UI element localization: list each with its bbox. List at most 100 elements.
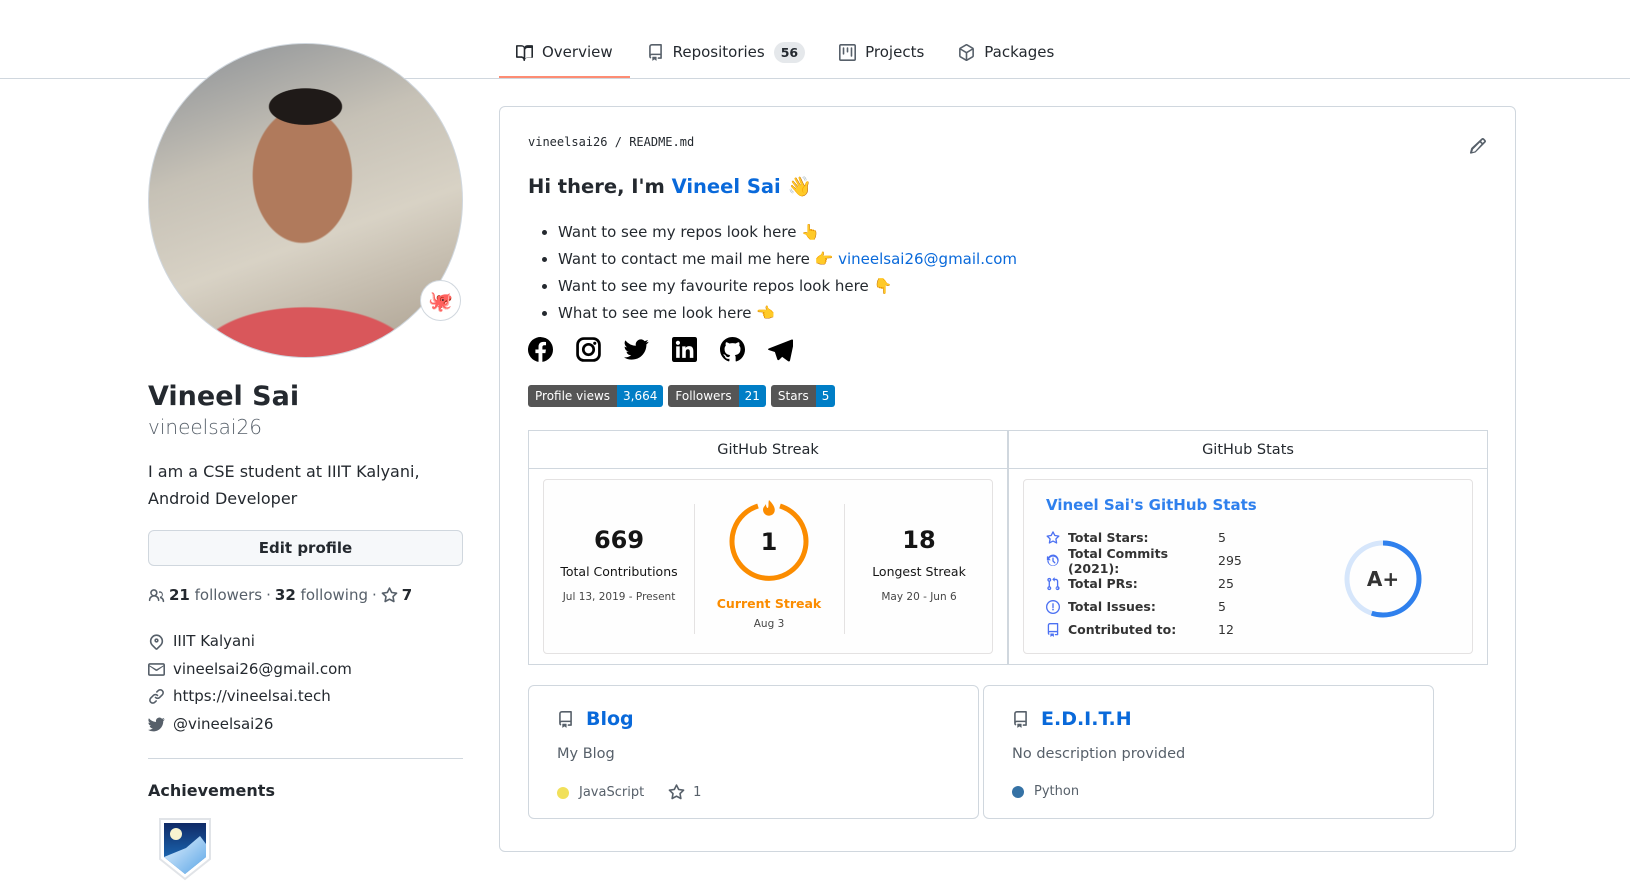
tab-packages-label: Packages (984, 43, 1055, 61)
repo-description: My Blog (557, 746, 615, 762)
social-links (528, 337, 793, 362)
stat-row: Total Issues: 5 (1046, 595, 1242, 618)
list-item: Want to contact me mail me here 👉 vineel… (558, 246, 1017, 273)
stats-header: GitHub Stats (1009, 431, 1487, 469)
telegram-icon[interactable] (768, 337, 793, 362)
contact-email-link[interactable]: vineelsai26@gmail.com (838, 250, 1017, 268)
pull-request-icon (1047, 576, 1060, 590)
total-contributions: 669 Total Contributions Jul 13, 2019 - P… (560, 526, 678, 603)
fire-icon (763, 500, 775, 516)
stats-column: GitHub Stats Vineel Sai's GitHub Stats T… (1007, 431, 1487, 664)
bio-line: Android Developer (148, 489, 298, 508)
streak-card[interactable]: 669 Total Contributions Jul 13, 2019 - P… (543, 479, 993, 654)
streak-header: GitHub Streak (529, 431, 1007, 469)
profile-sidebar: 🐙 Vineel Sai vineelsai26 I am a CSE stud… (148, 43, 463, 881)
profile-name: Vineel Sai (148, 381, 300, 412)
rank-circle: A+ (1342, 538, 1424, 624)
readme-shields: Profile views 3,664 Followers 21 Stars 5 (528, 385, 836, 407)
instagram-icon[interactable] (576, 337, 601, 362)
tab-overview[interactable]: Overview (499, 32, 630, 78)
separator-dot: · (266, 586, 271, 604)
readme-breadcrumb: vineelsai26 / README.md (528, 135, 695, 149)
history-icon (1046, 554, 1059, 566)
location-icon (149, 634, 164, 651)
point-up-icon: 👆 (801, 223, 820, 241)
followers-shield[interactable]: Followers 21 (668, 385, 766, 407)
tab-repositories-label: Repositories (672, 43, 765, 61)
repo-icon (1014, 710, 1027, 728)
profile-details: IIIT Kalyani vineelsai26@gmail.com https… (148, 628, 463, 738)
list-item: What to see me look here 👈 (558, 300, 1017, 327)
stats-rows: Total Stars: 5 Total Commits (2021): 295 T… (1046, 526, 1242, 641)
email-item: vineelsai26@gmail.com (148, 656, 463, 684)
current-streak: 1 Current Streak Aug 3 (694, 480, 844, 655)
avatar[interactable] (148, 43, 463, 358)
pencil-icon (1469, 138, 1486, 154)
status-emoji-button[interactable]: 🐙 (420, 280, 461, 321)
repo-stars[interactable]: 1 (668, 784, 701, 801)
issue-icon (1046, 599, 1060, 614)
stars-shield[interactable]: Stars 5 (770, 385, 836, 407)
edit-profile-button[interactable]: Edit profile (148, 530, 463, 566)
stat-row: Total Commits (2021): 295 (1046, 546, 1242, 576)
streak-column: GitHub Streak 669 Total Contributions Ju… (529, 431, 1007, 664)
followers-link[interactable]: 21 followers (169, 586, 262, 604)
wave-icon: 👋 (787, 175, 812, 198)
book-icon (516, 44, 533, 61)
twitter-icon (148, 717, 165, 732)
star-icon (1046, 530, 1060, 544)
twitter-icon[interactable] (624, 337, 649, 362)
link-icon (149, 689, 164, 705)
repo-meta: JavaScript 1 (557, 784, 701, 801)
edit-readme-button[interactable] (1469, 137, 1487, 159)
profile-bio: I am a CSE student at IIIT Kalyani, Andr… (148, 458, 463, 512)
language-color-dot (1012, 785, 1024, 798)
following-link[interactable]: 32 following (275, 586, 368, 604)
website-item: https://vineelsai.tech (148, 683, 463, 711)
point-down-icon: 👇 (873, 277, 893, 295)
facebook-icon[interactable] (528, 337, 553, 362)
pinned-repo-card: E.D.I.T.H No description provided Python (983, 685, 1434, 819)
star-icon (668, 784, 685, 800)
stat-row: Contributed to: 12 (1046, 618, 1242, 641)
stats-card[interactable]: Vineel Sai's GitHub Stats Total Stars: 5 … (1023, 479, 1473, 654)
people-icon (148, 588, 165, 602)
tab-projects-label: Projects (865, 43, 925, 61)
repo-name-link[interactable]: Blog (557, 708, 634, 730)
tab-overview-label: Overview (542, 43, 613, 61)
mail-icon (148, 662, 165, 676)
email-link[interactable]: vineelsai26@gmail.com (173, 656, 352, 684)
github-icon[interactable] (720, 337, 745, 362)
repo-name-link[interactable]: E.D.I.T.H (1012, 708, 1132, 730)
tab-projects[interactable]: Projects (822, 32, 941, 72)
twitter-link[interactable]: @vineelsai26 (173, 711, 273, 739)
greeting-name-link[interactable]: Vineel Sai (672, 175, 781, 198)
repo-description: No description provided (1012, 746, 1186, 762)
repo-icon (648, 43, 662, 61)
readme-filename: README.md (629, 135, 695, 149)
stats-table: GitHub Streak 669 Total Contributions Ju… (528, 430, 1488, 665)
stats-card-title: Vineel Sai's GitHub Stats (1046, 496, 1257, 514)
linkedin-icon[interactable] (672, 337, 697, 362)
separator-dot: · (371, 586, 377, 604)
stars-link[interactable]: 7 (381, 586, 412, 604)
longest-streak: 18 Longest Streak May 20 - Jun 6 (872, 526, 966, 603)
tab-packages[interactable]: Packages (941, 32, 1071, 72)
repo-meta: Python (1012, 784, 1079, 799)
profile-views-shield[interactable]: Profile views 3,664 (528, 385, 664, 407)
website-link[interactable]: https://vineelsai.tech (173, 683, 331, 711)
readme-owner-link[interactable]: vineelsai26 (528, 135, 607, 149)
readme-greeting: Hi there, I'm Vineel Sai 👋 (528, 175, 812, 198)
repo-language: JavaScript (579, 785, 645, 800)
repo-icon (559, 710, 572, 728)
tab-repositories[interactable]: Repositories 56 (630, 32, 823, 72)
sidebar-divider (148, 758, 463, 759)
rank-grade: A+ (1367, 567, 1399, 591)
twitter-item: @vineelsai26 (148, 711, 463, 739)
readme-bullet-list: Want to see my repos look here 👆 Want to… (558, 219, 1017, 327)
arctic-code-vault-badge[interactable] (156, 816, 463, 881)
list-item: Want to see my favourite repos look here… (558, 273, 1017, 300)
bio-line: I am a CSE student at IIIT Kalyani, (148, 462, 420, 481)
package-icon (959, 43, 975, 61)
language-color-dot (557, 786, 569, 799)
